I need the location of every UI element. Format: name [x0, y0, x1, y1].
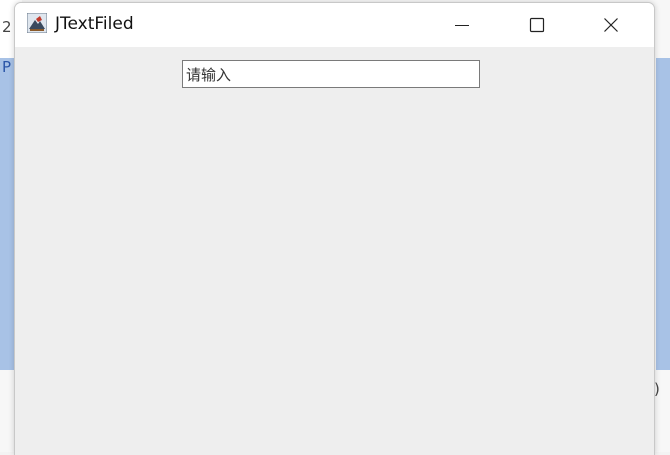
window-title: JTextFiled	[55, 14, 134, 34]
maximize-icon	[529, 17, 545, 33]
title-bar[interactable]: JTextFiled	[15, 3, 654, 47]
background-blue-panel-right	[656, 58, 670, 370]
minimize-icon	[455, 25, 469, 26]
background-blue-panel-left	[0, 58, 14, 370]
maximize-button[interactable]	[514, 3, 560, 47]
jframe-window: JTextFiled	[14, 2, 655, 455]
close-button[interactable]	[588, 3, 634, 47]
content-pane	[15, 47, 654, 455]
minimize-button[interactable]	[439, 3, 485, 47]
close-icon	[604, 18, 618, 32]
text-input-field[interactable]	[182, 60, 480, 88]
background-text-fragment: P	[2, 58, 12, 76]
background-text-fragment: 2	[2, 18, 12, 36]
java-app-icon	[27, 13, 47, 33]
